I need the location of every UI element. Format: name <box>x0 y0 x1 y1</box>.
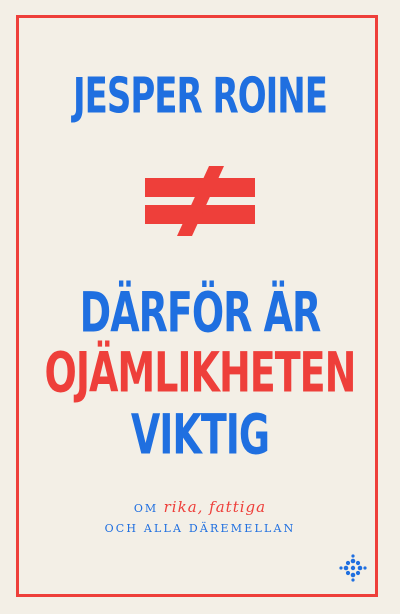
book-cover: JESPER ROINE DÄRFÖR ÄR OJÄMLIKHETEN VIKT… <box>0 0 400 614</box>
asterisk-flower-icon <box>339 554 367 582</box>
